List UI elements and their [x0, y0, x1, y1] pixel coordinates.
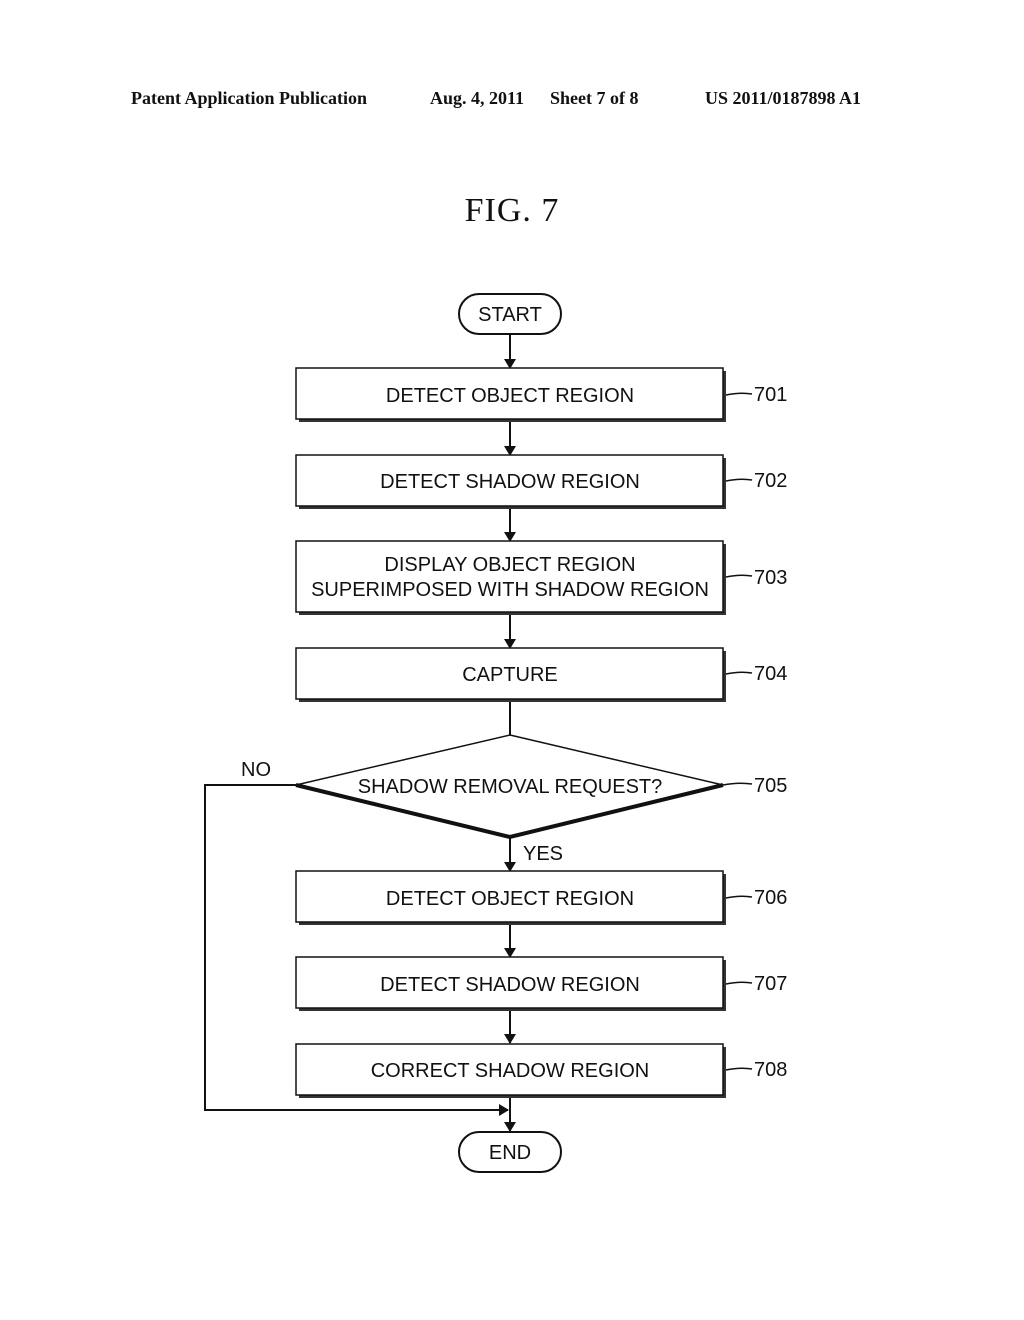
step-706: DETECT OBJECT REGION 706 [295, 870, 787, 925]
end-label: END [489, 1142, 531, 1164]
step-704-ref: 704 [754, 663, 787, 685]
decision-705: SHADOW REMOVAL REQUEST? 705 NO YES [241, 734, 787, 865]
decision-705-label: SHADOW REMOVAL REQUEST? [358, 776, 663, 798]
decision-705-ref: 705 [754, 775, 787, 797]
step-701: DETECT OBJECT REGION 701 [295, 367, 787, 422]
step-702: DETECT SHADOW REGION 702 [295, 454, 787, 509]
step-706-ref: 706 [754, 887, 787, 909]
step-706-label: DETECT OBJECT REGION [386, 888, 634, 910]
step-703: DISPLAY OBJECT REGION SUPERIMPOSED WITH … [295, 540, 787, 615]
start-terminal: START [458, 293, 562, 335]
step-703-ref: 703 [754, 567, 787, 589]
step-701-ref: 701 [754, 384, 787, 406]
step-703-label-line1: DISPLAY OBJECT REGION [384, 554, 635, 576]
start-label: START [478, 304, 542, 326]
step-707-label: DETECT SHADOW REGION [380, 974, 640, 996]
step-707-ref: 707 [754, 973, 787, 995]
step-708: CORRECT SHADOW REGION 708 [295, 1043, 787, 1098]
step-707: DETECT SHADOW REGION 707 [295, 956, 787, 1011]
step-702-ref: 702 [754, 470, 787, 492]
step-701-label: DETECT OBJECT REGION [386, 385, 634, 407]
decision-yes-label: YES [523, 843, 563, 865]
step-702-label: DETECT SHADOW REGION [380, 471, 640, 493]
decision-no-label: NO [241, 759, 271, 781]
step-703-label-line2: SUPERIMPOSED WITH SHADOW REGION [311, 579, 709, 601]
flowchart: START DETECT OBJECT REGION 701 DETECT SH… [204, 293, 787, 1173]
step-708-ref: 708 [754, 1059, 787, 1081]
end-terminal: END [458, 1131, 562, 1173]
step-704: CAPTURE 704 [295, 647, 787, 702]
step-708-label: CORRECT SHADOW REGION [371, 1060, 650, 1082]
step-704-label: CAPTURE [462, 664, 558, 686]
